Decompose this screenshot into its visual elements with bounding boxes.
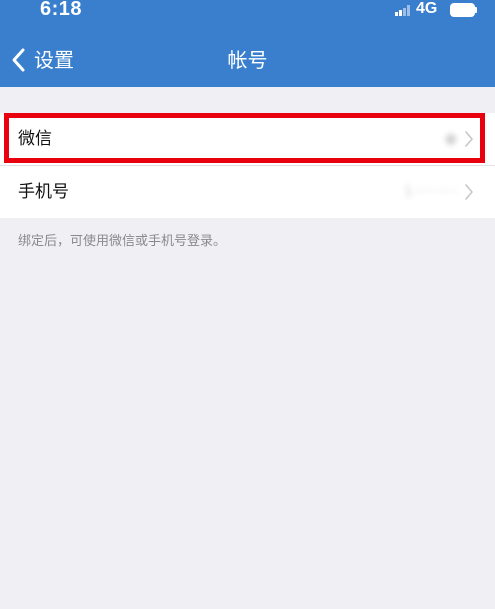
navigation-bar: 设置 帐号 [0, 36, 495, 84]
list-item-phone[interactable]: 手机号 1·········· [0, 165, 495, 218]
phone-value: 1·········· [403, 184, 457, 200]
list-item-wechat[interactable]: 微信 ● [0, 113, 495, 165]
app-header: 6:18 4G 设置 帐号 [0, 0, 495, 87]
battery-icon [450, 3, 477, 17]
status-time: 6:18 [40, 0, 83, 20]
phone-label: 手机号 [18, 182, 69, 202]
signal-icon [395, 5, 410, 16]
wechat-value: ● [444, 131, 457, 147]
page-title: 帐号 [227, 48, 268, 72]
wechat-label: 微信 [18, 129, 52, 149]
chevron-right-icon [465, 184, 473, 200]
binding-hint: 绑定后，可使用微信或手机号登录。 [18, 234, 227, 249]
network-type: 4G [416, 0, 438, 17]
account-list: 微信 ● 手机号 1·········· [0, 113, 495, 218]
chevron-right-icon [465, 131, 473, 147]
highlight-box [4, 113, 485, 163]
status-bar: 6:18 4G [0, 0, 495, 24]
